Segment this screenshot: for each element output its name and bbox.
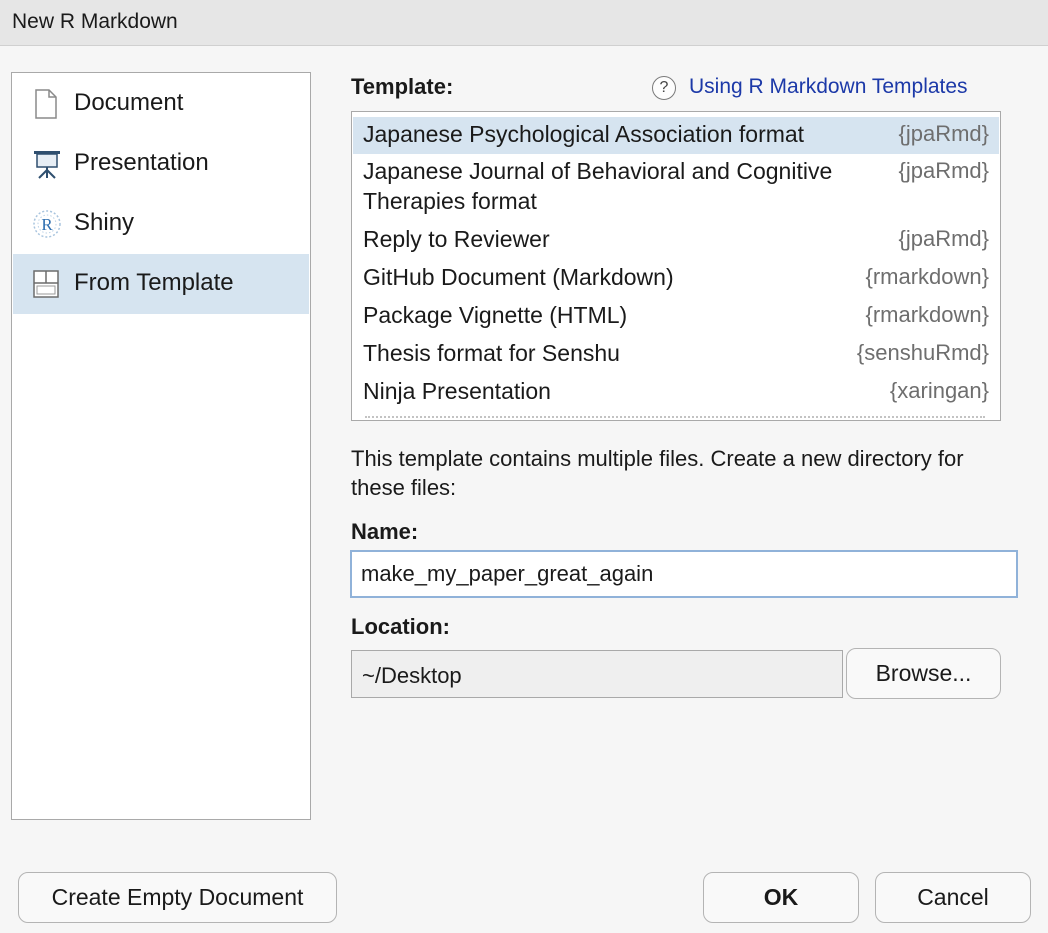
template-name: Reply to Reviewer [363, 226, 550, 252]
svg-text:R: R [41, 215, 53, 234]
template-package: {rmarkdown} [865, 264, 989, 289]
browse-button-label: Browse... [875, 660, 972, 686]
template-package: {xaringan} [889, 378, 989, 403]
document-icon [31, 88, 61, 120]
template-list-item[interactable]: Japanese Psychological Association forma… [353, 117, 999, 154]
template-list[interactable]: Japanese Psychological Association forma… [351, 111, 1001, 421]
template-name: GitHub Document (Markdown) [363, 264, 674, 290]
multiple-files-info: This template contains multiple files. C… [351, 446, 964, 500]
ok-button[interactable]: OK [703, 872, 859, 923]
sidebar-item-label: Document [74, 89, 184, 116]
browse-button[interactable]: Browse... [846, 648, 1001, 699]
template-package: {rmarkdown} [865, 302, 989, 327]
template-list-item[interactable]: Package Vignette (HTML) {rmarkdown} [353, 298, 999, 336]
presentation-icon [31, 148, 61, 180]
template-name: Ninja Presentation [363, 378, 551, 404]
directory-name-input[interactable] [350, 550, 1018, 598]
location-label: Location: [351, 614, 450, 639]
help-icon: ? [652, 76, 676, 100]
sidebar-item-label: Shiny [74, 209, 135, 236]
title-bar: New R Markdown [0, 0, 1048, 46]
create-empty-label: Create Empty Document [51, 884, 304, 910]
template-list-item[interactable]: Thesis format for Senshu {senshuRmd} [353, 336, 999, 374]
sidebar-item-label: From Template [74, 269, 234, 296]
template-list-item-partial [353, 412, 999, 420]
template-list-item[interactable]: GitHub Document (Markdown) {rmarkdown} [353, 260, 999, 298]
ok-label: OK [763, 884, 799, 910]
sidebar-item-from-template[interactable]: From Template [13, 254, 309, 314]
location-field: ~/Desktop [351, 650, 843, 698]
template-name-line2: Therapies format [363, 188, 537, 214]
help-link-label: Using R Markdown Templates [689, 75, 968, 98]
template-package: {jpaRmd} [898, 226, 989, 251]
template-name: Japanese Psychological Association forma… [363, 121, 805, 147]
sidebar-item-label: Presentation [74, 149, 209, 176]
template-label: Template: [351, 74, 454, 99]
cancel-label: Cancel [917, 884, 989, 910]
name-label: Name: [351, 519, 419, 544]
sidebar-item-presentation[interactable]: Presentation [13, 134, 309, 194]
sidebar-item-document[interactable]: Document [13, 74, 309, 134]
sidebar-item-shiny[interactable]: R Shiny [13, 194, 309, 254]
template-icon [31, 268, 61, 300]
template-list-item[interactable]: Ninja Presentation {xaringan} [353, 374, 999, 412]
shiny-icon: R [31, 208, 61, 240]
create-empty-document-button[interactable]: Create Empty Document [18, 872, 337, 923]
template-list-item[interactable]: Japanese Journal of Behavioral and Cogni… [353, 155, 999, 221]
template-package: {jpaRmd} [898, 158, 989, 183]
format-sidebar: Document Presentation R Shiny From Templ… [11, 72, 311, 820]
window-title: New R Markdown [12, 10, 178, 33]
template-name: Package Vignette (HTML) [363, 302, 628, 328]
template-list-item[interactable]: Reply to Reviewer {jpaRmd} [353, 222, 999, 260]
template-name: Thesis format for Senshu [363, 340, 620, 366]
template-package: {jpaRmd} [898, 121, 989, 146]
template-name: Japanese Journal of Behavioral and Cogni… [363, 158, 833, 184]
template-package: {senshuRmd} [856, 340, 989, 365]
cancel-button[interactable]: Cancel [875, 872, 1031, 923]
